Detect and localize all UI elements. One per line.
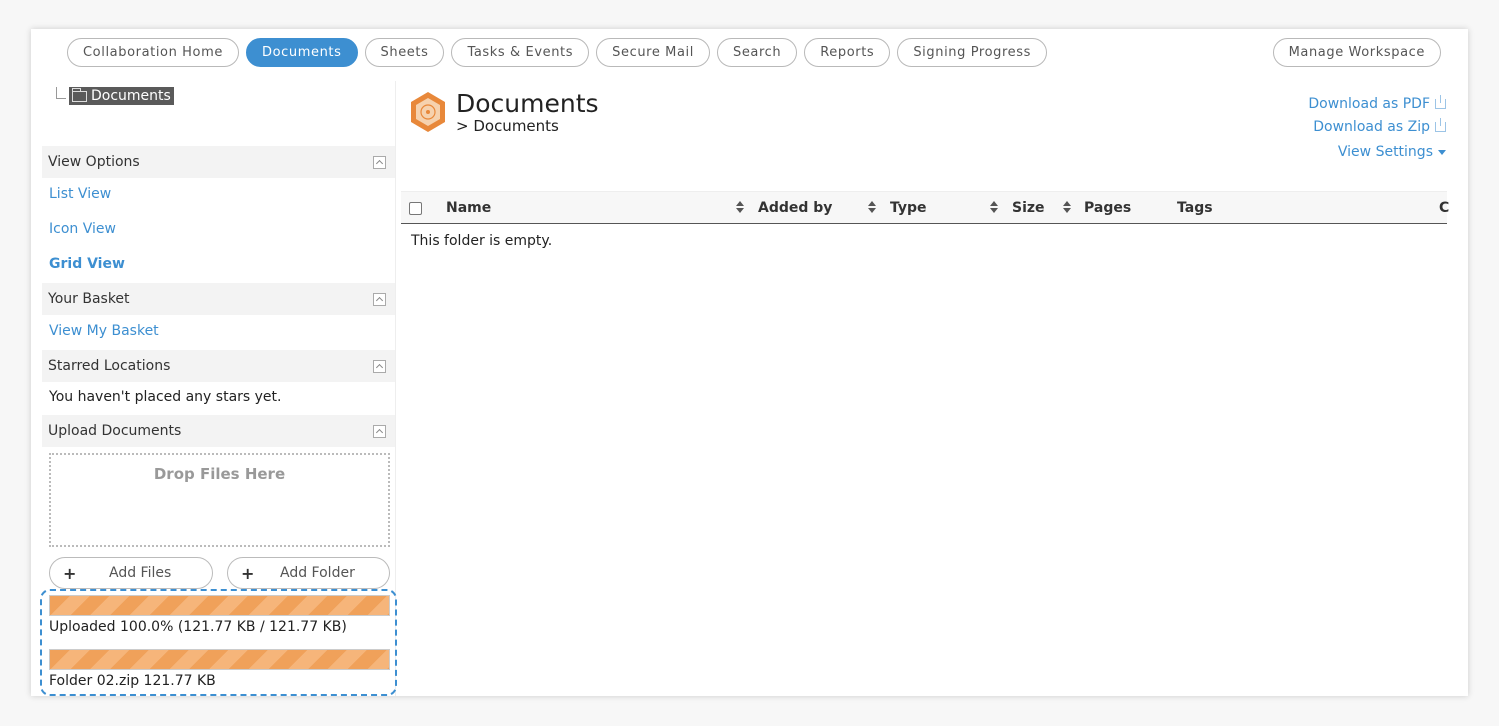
file-status-text: Folder 02.zip 121.77 KB bbox=[49, 673, 216, 689]
download-icon bbox=[1435, 118, 1446, 132]
breadcrumb[interactable]: > Documents bbox=[456, 117, 559, 135]
collapse-icon[interactable] bbox=[373, 156, 386, 169]
collapse-icon[interactable] bbox=[373, 360, 386, 373]
basket-title: Your Basket bbox=[48, 291, 130, 307]
top-nav: Collaboration Home Documents Sheets Task… bbox=[67, 38, 1047, 67]
main-content: Documents > Documents Download as PDF Do… bbox=[401, 81, 1449, 696]
col-name[interactable]: Name bbox=[446, 200, 491, 216]
folder-icon bbox=[72, 87, 87, 102]
progress-fill bbox=[50, 650, 389, 669]
tree-connector bbox=[56, 87, 66, 99]
tab-collaboration-home[interactable]: Collaboration Home bbox=[67, 38, 239, 67]
plus-icon: + bbox=[63, 563, 77, 583]
drop-zone-label: Drop Files Here bbox=[153, 465, 286, 483]
view-settings-label: View Settings bbox=[1337, 144, 1433, 160]
folder-tree: Documents bbox=[56, 87, 174, 105]
tab-secure-mail[interactable]: Secure Mail bbox=[596, 38, 710, 67]
sort-icon[interactable] bbox=[736, 201, 744, 215]
add-files-label: Add Files bbox=[109, 565, 172, 581]
sort-icon[interactable] bbox=[868, 201, 876, 215]
collapse-icon[interactable] bbox=[373, 293, 386, 306]
upload-header[interactable]: Upload Documents bbox=[42, 415, 395, 447]
download-zip-label: Download as Zip bbox=[1313, 119, 1430, 135]
drop-zone[interactable]: Drop Files Here bbox=[49, 453, 390, 547]
plus-icon: + bbox=[241, 563, 255, 583]
sort-icon[interactable] bbox=[1063, 201, 1071, 215]
col-added-by[interactable]: Added by bbox=[758, 200, 832, 216]
page-title: Documents bbox=[456, 89, 599, 118]
basket-header[interactable]: Your Basket bbox=[42, 283, 395, 315]
tab-signing-progress[interactable]: Signing Progress bbox=[897, 38, 1047, 67]
tab-sheets[interactable]: Sheets bbox=[364, 38, 445, 67]
add-folder-button[interactable]: + Add Folder bbox=[227, 557, 390, 589]
tab-tasks-events[interactable]: Tasks & Events bbox=[451, 38, 590, 67]
select-all-checkbox[interactable] bbox=[409, 202, 422, 215]
col-truncated[interactable]: C bbox=[1439, 200, 1449, 216]
progress-fill bbox=[50, 596, 389, 615]
workspace-logo-icon bbox=[411, 92, 445, 132]
tree-node-label: Documents bbox=[91, 88, 171, 104]
starred-header[interactable]: Starred Locations bbox=[42, 350, 395, 382]
manage-workspace-button[interactable]: Manage Workspace bbox=[1272, 38, 1441, 67]
upload-status-text: Uploaded 100.0% (121.77 KB / 121.77 KB) bbox=[49, 619, 347, 635]
icon-view-link[interactable]: Icon View bbox=[49, 221, 116, 237]
app-window: Collaboration Home Documents Sheets Task… bbox=[31, 29, 1468, 696]
col-size[interactable]: Size bbox=[1012, 200, 1045, 216]
tab-documents[interactable]: Documents bbox=[245, 38, 358, 67]
tree-node-documents[interactable]: Documents bbox=[69, 87, 174, 105]
empty-folder-text: This folder is empty. bbox=[411, 233, 553, 249]
sort-icon[interactable] bbox=[990, 201, 998, 215]
add-files-button[interactable]: + Add Files bbox=[49, 557, 213, 589]
collapse-icon[interactable] bbox=[373, 425, 386, 438]
download-pdf-label: Download as PDF bbox=[1308, 96, 1430, 112]
download-icon bbox=[1435, 95, 1446, 109]
download-pdf-link[interactable]: Download as PDF bbox=[1308, 95, 1446, 112]
col-tags[interactable]: Tags bbox=[1177, 200, 1213, 216]
tab-search[interactable]: Search bbox=[716, 38, 798, 67]
sidebar: Documents View Options List View Icon Vi… bbox=[40, 81, 397, 696]
view-settings-dropdown[interactable]: View Settings bbox=[1338, 144, 1446, 160]
view-basket-link[interactable]: View My Basket bbox=[49, 323, 159, 339]
col-pages[interactable]: Pages bbox=[1084, 200, 1131, 216]
table-header: Name Added by Type Size Pages Tags C bbox=[401, 191, 1449, 224]
upload-title: Upload Documents bbox=[48, 423, 182, 439]
view-options-title: View Options bbox=[48, 154, 140, 170]
add-folder-label: Add Folder bbox=[280, 565, 355, 581]
tab-reports[interactable]: Reports bbox=[804, 38, 891, 67]
upload-progress-bar bbox=[49, 595, 390, 616]
list-view-link[interactable]: List View bbox=[49, 186, 111, 202]
view-options-header[interactable]: View Options bbox=[42, 146, 395, 178]
file-progress-bar bbox=[49, 649, 390, 670]
col-type[interactable]: Type bbox=[890, 200, 927, 216]
caret-down-icon bbox=[1438, 149, 1446, 155]
download-zip-link[interactable]: Download as Zip bbox=[1313, 118, 1446, 135]
grid-view-link[interactable]: Grid View bbox=[49, 256, 125, 272]
starred-empty-text: You haven't placed any stars yet. bbox=[49, 389, 282, 405]
starred-title: Starred Locations bbox=[48, 358, 171, 374]
